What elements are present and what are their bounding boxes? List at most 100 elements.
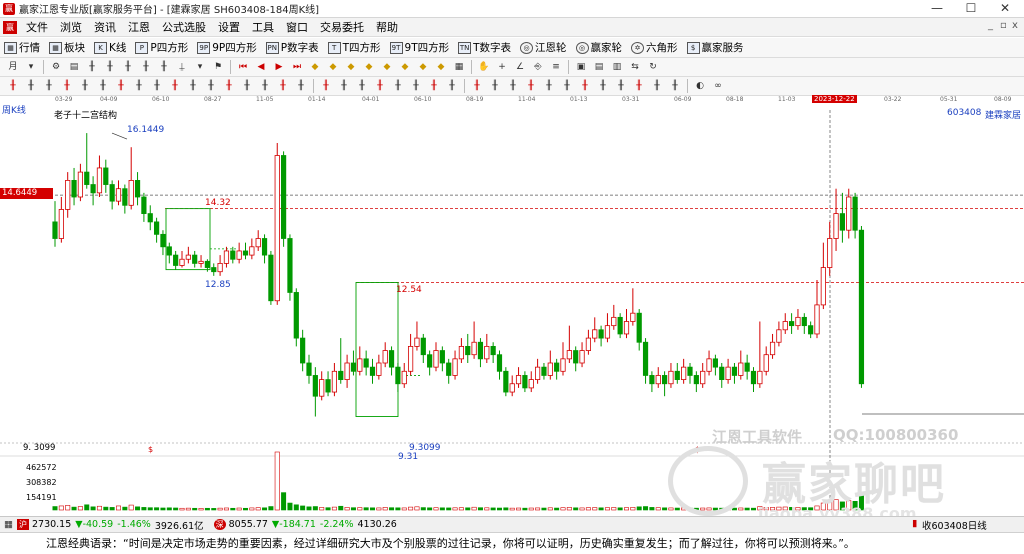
- analysis-tool-icon-9[interactable]: ╫: [168, 80, 182, 93]
- analysis-tool-icon-33[interactable]: ╫: [578, 80, 592, 93]
- prev-icon[interactable]: ◀: [254, 61, 268, 74]
- diamond-icon[interactable]: ◆: [308, 61, 322, 74]
- close-button[interactable]: ✕: [988, 0, 1022, 18]
- analysis-tool-icon-20[interactable]: ╫: [355, 80, 369, 93]
- diamond7-icon[interactable]: ◆: [416, 61, 430, 74]
- analysis-tool-icon-24[interactable]: ╫: [427, 80, 441, 93]
- toolbar-button-2[interactable]: K K线: [94, 40, 126, 55]
- dropdown-icon[interactable]: ▾: [24, 61, 38, 74]
- analysis-tool-icon-28[interactable]: ╫: [488, 80, 502, 93]
- maximize-button[interactable]: ☐: [954, 0, 988, 18]
- sz-index-label[interactable]: 深: [213, 519, 226, 530]
- toolbar-button-8[interactable]: TN T数字表: [458, 40, 511, 55]
- mdi-restore-button[interactable]: ▫: [1000, 20, 1007, 31]
- next-icon[interactable]: ▶: [272, 61, 286, 74]
- analysis-tool-icon-38[interactable]: ╫: [668, 80, 682, 93]
- diamond2-icon[interactable]: ◆: [326, 61, 340, 74]
- mdi-close-button[interactable]: x: [1012, 20, 1018, 31]
- toolbar-button-11[interactable]: ✡ 六角形: [631, 40, 678, 55]
- analysis-tool-icon-25[interactable]: ╫: [445, 80, 459, 93]
- chart-panel[interactable]: $ $ 周K线 老子十二宫结构 603408 建霖家居 14.6449 9. 30…: [0, 106, 1024, 523]
- analysis-tool-icon-10[interactable]: ╫: [186, 80, 200, 93]
- toolbar-button-6[interactable]: T T四方形: [327, 40, 381, 55]
- analysis-tool-icon-4[interactable]: ╫: [78, 80, 92, 93]
- compare-icon[interactable]: ⇆: [628, 61, 642, 74]
- analysis-tool-icon-29[interactable]: ╫: [506, 80, 520, 93]
- sh-index-label[interactable]: 沪: [16, 519, 29, 530]
- toolbar-button-0[interactable]: ▦ 行情: [4, 40, 40, 55]
- bars5-tool-icon[interactable]: ╫: [157, 61, 171, 74]
- keyboard-icon[interactable]: ▦: [4, 519, 13, 530]
- analysis-tool-icon-8[interactable]: ╫: [150, 80, 164, 93]
- toolbar-button-4[interactable]: 9P 9P四方形: [197, 40, 257, 55]
- analysis-tool-icon-21[interactable]: ╫: [373, 80, 387, 93]
- lines-icon[interactable]: ≡: [549, 61, 563, 74]
- last-icon[interactable]: ⏭: [290, 61, 304, 74]
- mdi-minimize-button[interactable]: _: [988, 20, 993, 31]
- toolbar-button-12[interactable]: $ 赢家服务: [686, 40, 744, 55]
- grid-tool-icon[interactable]: ▤: [67, 61, 81, 74]
- refresh-icon[interactable]: ↻: [646, 61, 660, 74]
- analysis-tool-icon-32[interactable]: ╫: [560, 80, 574, 93]
- diamond6-icon[interactable]: ◆: [398, 61, 412, 74]
- bars4-tool-icon[interactable]: ╫: [139, 61, 153, 74]
- analysis-tool-icon-7[interactable]: ╫: [132, 80, 146, 93]
- minimize-button[interactable]: —: [920, 0, 954, 18]
- analysis-tool-icon-2[interactable]: ╫: [42, 80, 56, 93]
- analysis-tool-icon-6[interactable]: ╫: [114, 80, 128, 93]
- hand-icon[interactable]: ✋: [477, 61, 491, 74]
- bars-tool-icon[interactable]: ╫: [85, 61, 99, 74]
- toolbar-button-9[interactable]: ◎ 江恩轮: [520, 40, 567, 55]
- analysis-tool-icon-36[interactable]: ╫: [632, 80, 646, 93]
- menu-item-9[interactable]: 帮助: [370, 19, 404, 35]
- save-icon[interactable]: ▣: [574, 61, 588, 74]
- grid-select-icon[interactable]: ▦: [452, 61, 466, 74]
- analysis-tool-icon-34[interactable]: ╫: [596, 80, 610, 93]
- menu-item-0[interactable]: 文件: [20, 19, 54, 35]
- first-icon[interactable]: ⏮: [236, 61, 250, 74]
- analysis-tool-icon-40[interactable]: ◐: [693, 80, 707, 93]
- analysis-tool-icon-5[interactable]: ╫: [96, 80, 110, 93]
- diamond4-icon[interactable]: ◆: [362, 61, 376, 74]
- menu-item-8[interactable]: 交易委托: [314, 19, 370, 35]
- tag-icon[interactable]: ⎆: [531, 61, 545, 74]
- analysis-tool-icon-31[interactable]: ╫: [542, 80, 556, 93]
- analysis-tool-icon-30[interactable]: ╫: [524, 80, 538, 93]
- analysis-tool-icon-19[interactable]: ╫: [337, 80, 351, 93]
- analysis-tool-icon-37[interactable]: ╫: [650, 80, 664, 93]
- toolbar-button-1[interactable]: ▦ 板块: [49, 40, 85, 55]
- toolbar-button-5[interactable]: PN P数字表: [265, 40, 319, 55]
- diamond3-icon[interactable]: ◆: [344, 61, 358, 74]
- bars2-tool-icon[interactable]: ╫: [103, 61, 117, 74]
- bars3-tool-icon[interactable]: ╫: [121, 61, 135, 74]
- analysis-tool-icon-12[interactable]: ╫: [222, 80, 236, 93]
- analysis-tool-icon-15[interactable]: ╫: [276, 80, 290, 93]
- crosshair-icon[interactable]: +: [495, 61, 509, 74]
- menu-item-1[interactable]: 浏览: [54, 19, 88, 35]
- angle-icon[interactable]: ∠: [513, 61, 527, 74]
- menu-item-2[interactable]: 资讯: [88, 19, 122, 35]
- toolbar-button-10[interactable]: ◎ 赢家轮: [575, 40, 622, 55]
- gear-tool-icon[interactable]: ⚙: [49, 61, 63, 74]
- book-icon[interactable]: ▥: [610, 61, 624, 74]
- candle-dropdown-icon[interactable]: ▾: [193, 61, 207, 74]
- analysis-tool-icon-13[interactable]: ╫: [240, 80, 254, 93]
- diamond8-icon[interactable]: ◆: [434, 61, 448, 74]
- analysis-tool-icon-35[interactable]: ╫: [614, 80, 628, 93]
- toolbar-button-7[interactable]: 9T 9T四方形: [389, 40, 449, 55]
- analysis-tool-icon-22[interactable]: ╫: [391, 80, 405, 93]
- diamond5-icon[interactable]: ◆: [380, 61, 394, 74]
- analysis-tool-icon-16[interactable]: ╫: [294, 80, 308, 93]
- analysis-tool-icon-1[interactable]: ╫: [24, 80, 38, 93]
- analysis-tool-icon-0[interactable]: ╫: [6, 80, 20, 93]
- cycle-tool-icon[interactable]: 月: [6, 61, 20, 74]
- analysis-tool-icon-14[interactable]: ╫: [258, 80, 272, 93]
- analysis-tool-icon-3[interactable]: ╫: [60, 80, 74, 93]
- analysis-tool-icon-18[interactable]: ╫: [319, 80, 333, 93]
- analysis-tool-icon-11[interactable]: ╫: [204, 80, 218, 93]
- menu-item-7[interactable]: 窗口: [280, 19, 314, 35]
- analysis-tool-icon-41[interactable]: ∞: [711, 80, 725, 93]
- flag-tool-icon[interactable]: ⚑: [211, 61, 225, 74]
- toolbar-button-3[interactable]: P P四方形: [135, 40, 188, 55]
- menu-item-6[interactable]: 工具: [246, 19, 280, 35]
